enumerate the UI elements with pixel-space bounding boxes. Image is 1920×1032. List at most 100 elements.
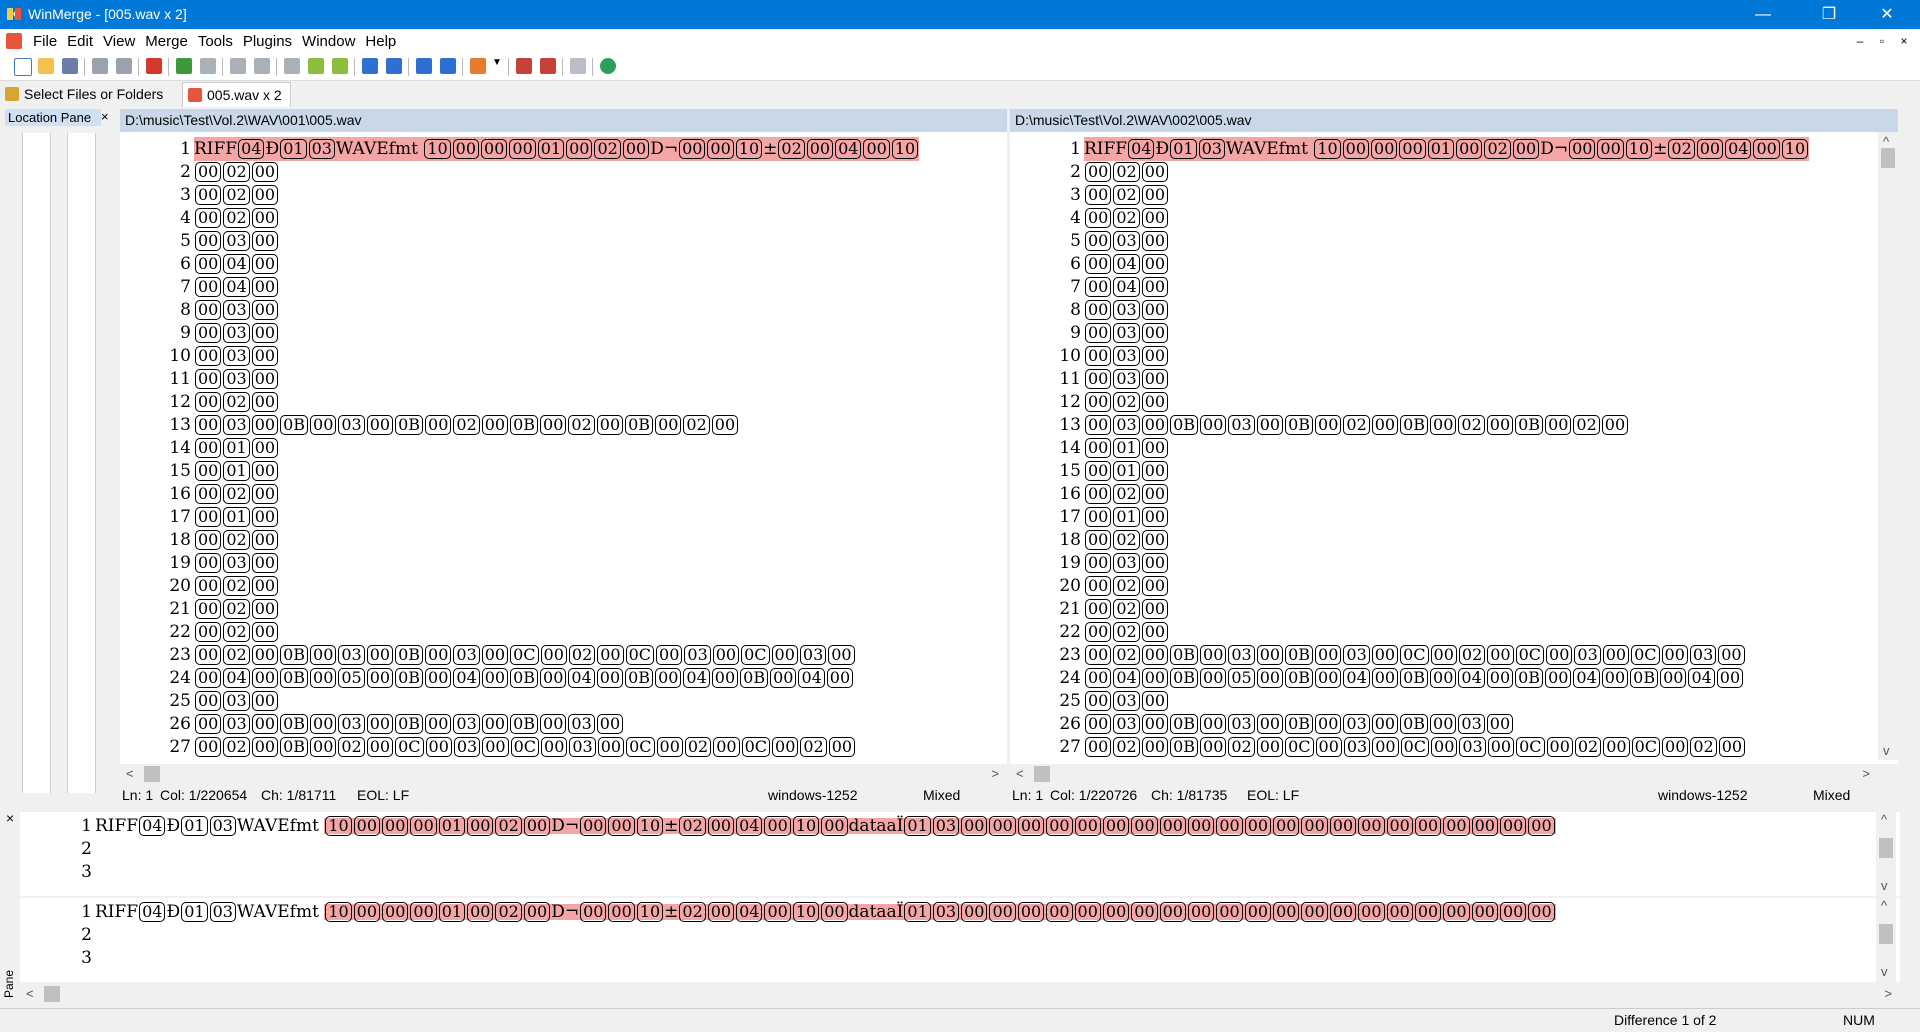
text-line[interactable]: 6 00 04 00 [120,252,279,275]
text-line[interactable]: 27 00 02 00 0B 00 02 00 0C 00 03 00 0C 00 03 00 0C 00 02 00… [120,735,856,758]
text-line[interactable]: 12 00 02 00 [1010,390,1169,413]
text-line[interactable]: 18 00 02 00 [120,528,279,551]
text-line[interactable]: 4 00 02 00 [120,206,279,229]
text-line[interactable]: 13 00 03 00 0B 00 03 00 0B 00 02 00 0B 00 02 00 0B 00 02 00 [1010,413,1629,436]
right-hscroll-thumb[interactable] [1034,766,1050,782]
scroll-down-icon[interactable]: v [1881,878,1888,893]
scroll-down-icon[interactable]: v [1881,964,1888,979]
text-line[interactable]: 5 00 03 00 [1010,229,1169,252]
text-line[interactable]: 10 00 03 00 [1010,344,1169,367]
last-diff-icon[interactable] [332,58,348,74]
text-line[interactable]: 4 00 02 00 [1010,206,1169,229]
text-line[interactable]: 14 00 01 00 [1010,436,1169,459]
open-icon[interactable] [38,58,54,74]
text-line[interactable]: 11 00 03 00 [120,367,279,390]
text-line[interactable]: 21 00 02 00 [1010,597,1169,620]
new-icon[interactable] [14,58,32,76]
text-line[interactable]: 23 00 02 00 0B 00 03 00 0B 00 03 00 0C 00 02 00 0C 00 03 00… [120,643,856,666]
save-icon[interactable] [62,58,78,74]
text-line[interactable]: 21 00 02 00 [120,597,279,620]
text-line[interactable]: 6 00 04 00 [1010,252,1169,275]
open-right-icon[interactable] [540,58,556,74]
right-text-view[interactable]: 1 RIFF 04 Ð 01 03 WAVEfmt 10 00 00 00 01 00 02 00 D¬ 00… [1010,132,1878,760]
left-hscroll[interactable]: < > [120,764,1007,784]
next-diff-icon[interactable] [176,58,192,74]
text-line[interactable]: 19 00 03 00 [1010,551,1169,574]
text-line[interactable]: 3 00 02 00 [1010,183,1169,206]
copy-right-advance-icon[interactable] [416,58,432,74]
text-line[interactable]: 17 00 01 00 [1010,505,1169,528]
scroll-left-icon[interactable]: < [1016,766,1024,781]
text-line[interactable]: 7 00 04 00 [1010,275,1169,298]
text-line[interactable]: 12 00 02 00 [120,390,279,413]
scroll-up-icon[interactable]: ^ [1881,812,1887,827]
right-status-mode[interactable]: Mixed [1813,785,1850,805]
text-line[interactable]: 22 00 02 00 [120,620,279,643]
text-line[interactable]: 11 00 03 00 [1010,367,1169,390]
diff-pane-line[interactable]: 3 [20,947,95,970]
first-diff-icon[interactable] [230,58,246,74]
text-line[interactable]: 17 00 01 00 [120,505,279,528]
copy-left-advance-icon[interactable] [440,58,456,74]
text-line[interactable]: 24 00 04 00 0B 00 05 00 0B 00 04 00 0B 00 04 00 0B 00 04 00… [120,666,854,689]
left-status-encoding[interactable]: windows-1252 [768,785,858,805]
current-diff-icon[interactable] [254,58,270,74]
diff-pane-right-view[interactable]: 1 RIFF 04 Ð 01 03 WAVEfmt 10 00 00 00 01 00 02 00 D¬ 00… [20,898,1900,982]
text-line[interactable]: 22 00 02 00 [1010,620,1169,643]
menu-edit[interactable]: Edit [62,29,98,54]
mdi-restore-button[interactable]: ▫ [1873,32,1891,50]
text-line[interactable]: 20 00 02 00 [1010,574,1169,597]
diff-pane-line[interactable]: 3 [20,861,95,884]
scroll-right-icon[interactable]: > [1862,766,1870,781]
text-line[interactable]: 24 00 04 00 0B 00 05 00 0B 00 04 00 0B 00 04 00 0B 00 04 00… [1010,666,1744,689]
text-line[interactable]: 18 00 02 00 [1010,528,1169,551]
menu-merge[interactable]: Merge [140,29,193,54]
text-line[interactable]: 9 00 03 00 [1010,321,1169,344]
text-line[interactable]: 25 00 03 00 [1010,689,1169,712]
diff-pane-close-button[interactable]: × [6,810,14,826]
diff-line[interactable]: 1 RIFF 04 Ð 01 03 WAVEfmt 10 00 00 00 01 00 02 00 D¬ 00… [1010,137,1810,161]
text-line[interactable]: 23 00 02 00 0B 00 03 00 0B 00 03 00 0C 00 02 00 0C 00 03 00… [1010,643,1746,666]
text-line[interactable]: 8 00 03 00 [1010,298,1169,321]
document-icon[interactable] [6,33,22,49]
text-line[interactable]: 13 00 03 00 0B 00 03 00 0B 00 02 00 0B 00 02 00 0B 00 02 00 [120,413,739,436]
diff-pane-left-view[interactable]: 1 RIFF 04 Ð 01 03 WAVEfmt 10 00 00 00 01 00 02 00 D¬ 00… [20,812,1900,896]
diff-pane-hscroll[interactable]: < > [20,984,1898,1004]
text-line[interactable]: 15 00 01 00 [1010,459,1169,482]
text-line[interactable]: 3 00 02 00 [120,183,279,206]
collapse-icon[interactable] [570,58,586,74]
redo-icon[interactable] [116,58,132,74]
location-bar-right[interactable] [67,133,96,793]
text-line[interactable]: 26 00 03 00 0B 00 03 00 0B 00 03 00 0B 00 03 00 [1010,712,1514,735]
left-hscroll-thumb[interactable] [144,766,160,782]
text-line[interactable]: 2 00 02 00 [120,160,279,183]
tab-005-wav[interactable]: 005.wav x 2 [182,82,291,107]
prev-diff-icon[interactable] [200,58,216,74]
right-status-encoding[interactable]: windows-1252 [1658,785,1748,805]
menu-plugins[interactable]: Plugins [238,29,297,54]
scroll-down-icon[interactable]: v [1883,743,1890,758]
text-line[interactable]: 7 00 04 00 [120,275,279,298]
text-line[interactable]: 27 00 02 00 0B 00 02 00 0C 00 03 00 0C 00 03 00 0C 00 02 00… [1010,735,1746,758]
next-conflict-icon[interactable] [308,58,324,74]
text-line[interactable]: 15 00 01 00 [120,459,279,482]
scroll-right-icon[interactable]: > [1884,986,1892,1001]
right-vscroll-thumb[interactable] [1881,148,1895,168]
scroll-up-icon[interactable]: ^ [1883,134,1889,149]
text-line[interactable]: 2 00 02 00 [1010,160,1169,183]
text-line[interactable]: 26 00 03 00 0B 00 03 00 0B 00 03 00 0B 00 03 00 [120,712,624,735]
mdi-close-button[interactable]: × [1895,32,1913,50]
menu-window[interactable]: Window [297,29,360,54]
open-left-icon[interactable] [516,58,532,74]
sync-icon[interactable] [600,58,616,74]
refresh-compare-icon[interactable] [146,58,162,74]
copy-right-icon[interactable] [362,58,378,74]
diff-vscroll-thumb-top[interactable] [1879,838,1893,858]
copy-left-icon[interactable] [386,58,402,74]
scroll-right-icon[interactable]: > [991,766,999,781]
close-button[interactable]: ✕ [1864,0,1910,29]
diff-pane-line[interactable]: 2 [20,838,95,861]
winmerge-app-icon[interactable] [6,6,22,22]
prev-conflict-icon[interactable] [284,58,300,74]
location-bar-left[interactable] [22,133,51,793]
